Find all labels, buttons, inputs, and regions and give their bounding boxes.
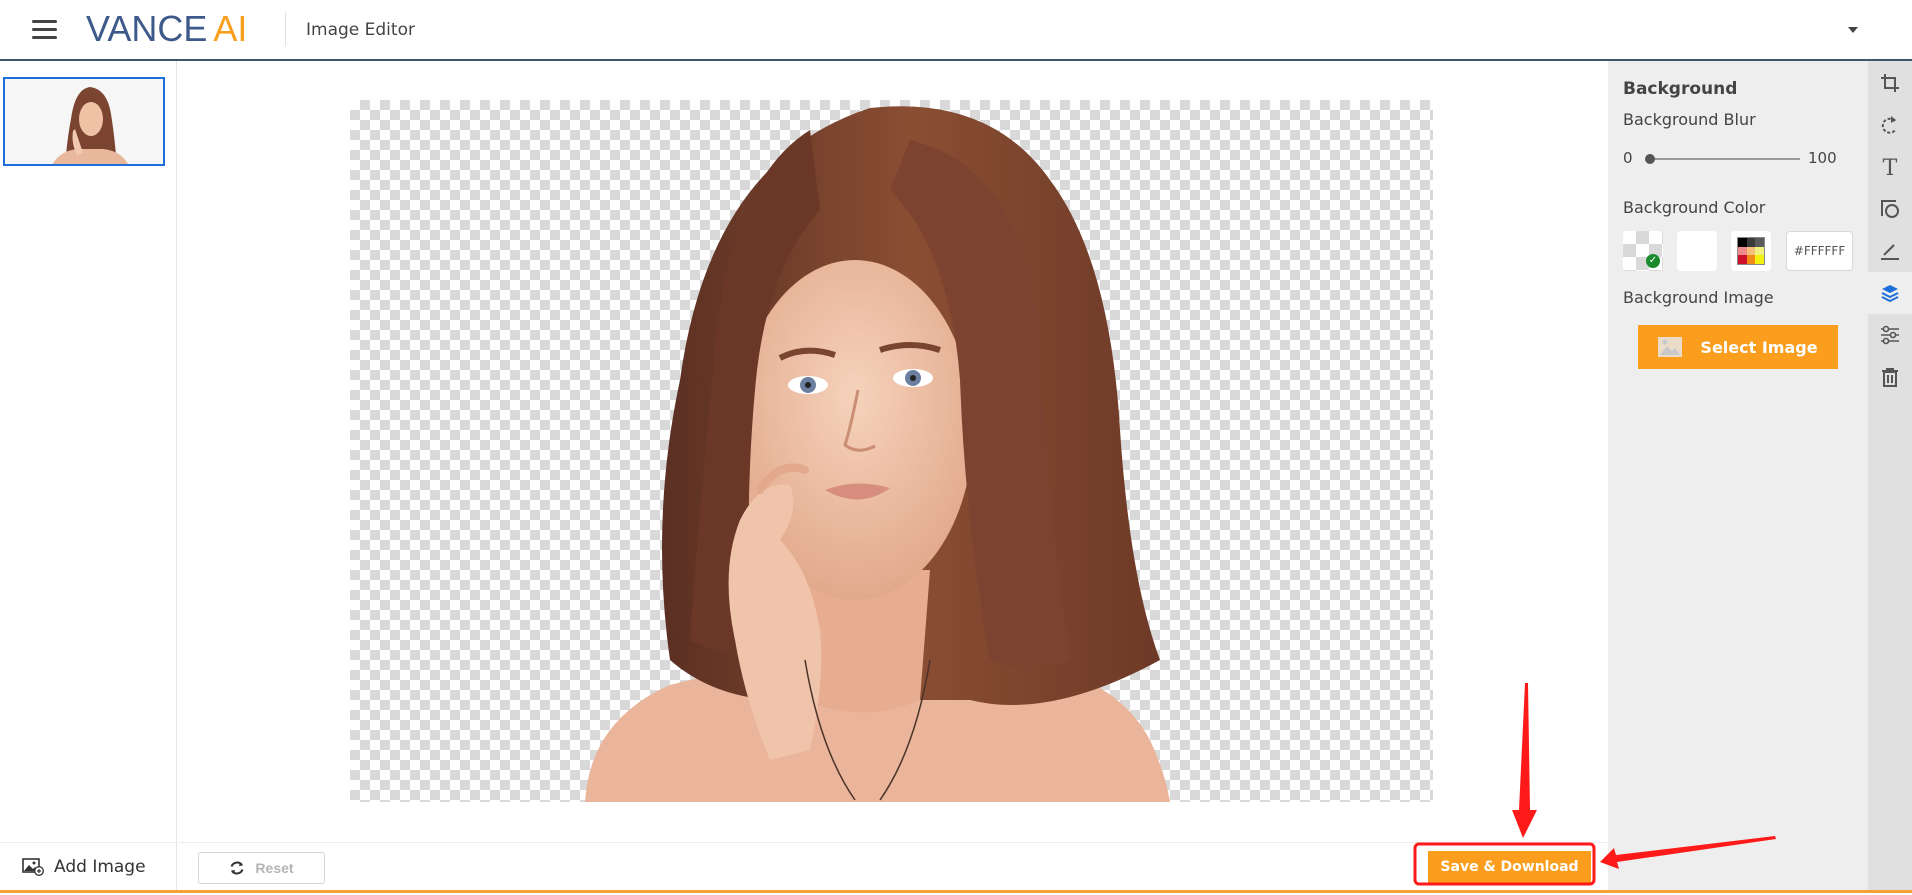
adjust-icon [1881,325,1899,345]
app-title: Image Editor [306,20,415,40]
panel-title: Background [1623,79,1738,99]
crop-tool[interactable] [1868,62,1912,104]
background-blur-label: Background Blur [1623,110,1756,129]
draw-icon [1881,244,1899,260]
thumbnail-sidebar [0,61,177,843]
select-image-button[interactable]: Select Image [1638,325,1838,369]
reset-button[interactable]: Reset [198,852,325,884]
shape-icon [1881,200,1899,218]
layers-icon [1881,285,1899,303]
text-tool[interactable]: T [1868,146,1912,188]
blur-max-label: 100 [1808,149,1837,167]
shape-tool[interactable] [1868,188,1912,230]
adjust-tool[interactable] [1868,314,1912,356]
check-icon: ✓ [1646,254,1660,268]
add-image-button[interactable]: Add Image [0,842,177,890]
crop-icon [1881,74,1899,92]
portrait-thumbnail-image [5,79,163,164]
logo-primary: VANCE [86,8,208,49]
save-download-button[interactable]: Save & Download [1428,851,1591,883]
header-divider [285,12,286,46]
add-image-label: Add Image [54,856,146,877]
blur-min-label: 0 [1623,149,1633,167]
select-image-label: Select Image [1700,337,1818,357]
edited-portrait-image [585,106,1170,802]
hamburger-menu-icon[interactable] [32,20,57,40]
tool-sidebar: T [1868,61,1912,890]
delete-tool[interactable] [1868,356,1912,398]
blur-slider[interactable] [1645,154,1800,164]
draw-tool[interactable] [1868,230,1912,272]
image-icon [1658,337,1683,357]
text-icon: T [1883,156,1898,178]
bottom-bar: Reset Save & Download [178,842,1608,890]
rotate-icon [1881,116,1897,134]
hex-color-input[interactable] [1786,231,1853,271]
image-canvas[interactable] [350,100,1433,802]
canvas-area [178,61,1608,842]
white-swatch[interactable] [1677,231,1717,271]
background-image-label: Background Image [1623,288,1774,307]
color-picker-swatch[interactable] [1731,231,1771,271]
logo-accent: AI [213,8,248,49]
caret-down-icon[interactable] [1848,27,1858,33]
image-thumbnail[interactable] [3,77,165,166]
layers-tool[interactable] [1868,272,1912,314]
background-color-label: Background Color [1623,198,1766,217]
delete-icon [1882,368,1898,387]
bottom-accent-line [0,890,1912,893]
add-image-icon [22,857,44,876]
logo[interactable]: VANCE AI [86,9,247,49]
background-panel: Background Background Blur 0 100 Backgro… [1608,61,1868,890]
palette-icon [1737,237,1765,265]
rotate-tool[interactable] [1868,104,1912,146]
blur-slider-thumb[interactable] [1645,154,1655,164]
transparent-swatch[interactable]: ✓ [1623,231,1663,271]
header: VANCE AI Image Editor [0,0,1912,61]
svg-text:T: T [1883,156,1898,178]
refresh-icon [230,861,244,875]
reset-label: Reset [255,860,294,876]
